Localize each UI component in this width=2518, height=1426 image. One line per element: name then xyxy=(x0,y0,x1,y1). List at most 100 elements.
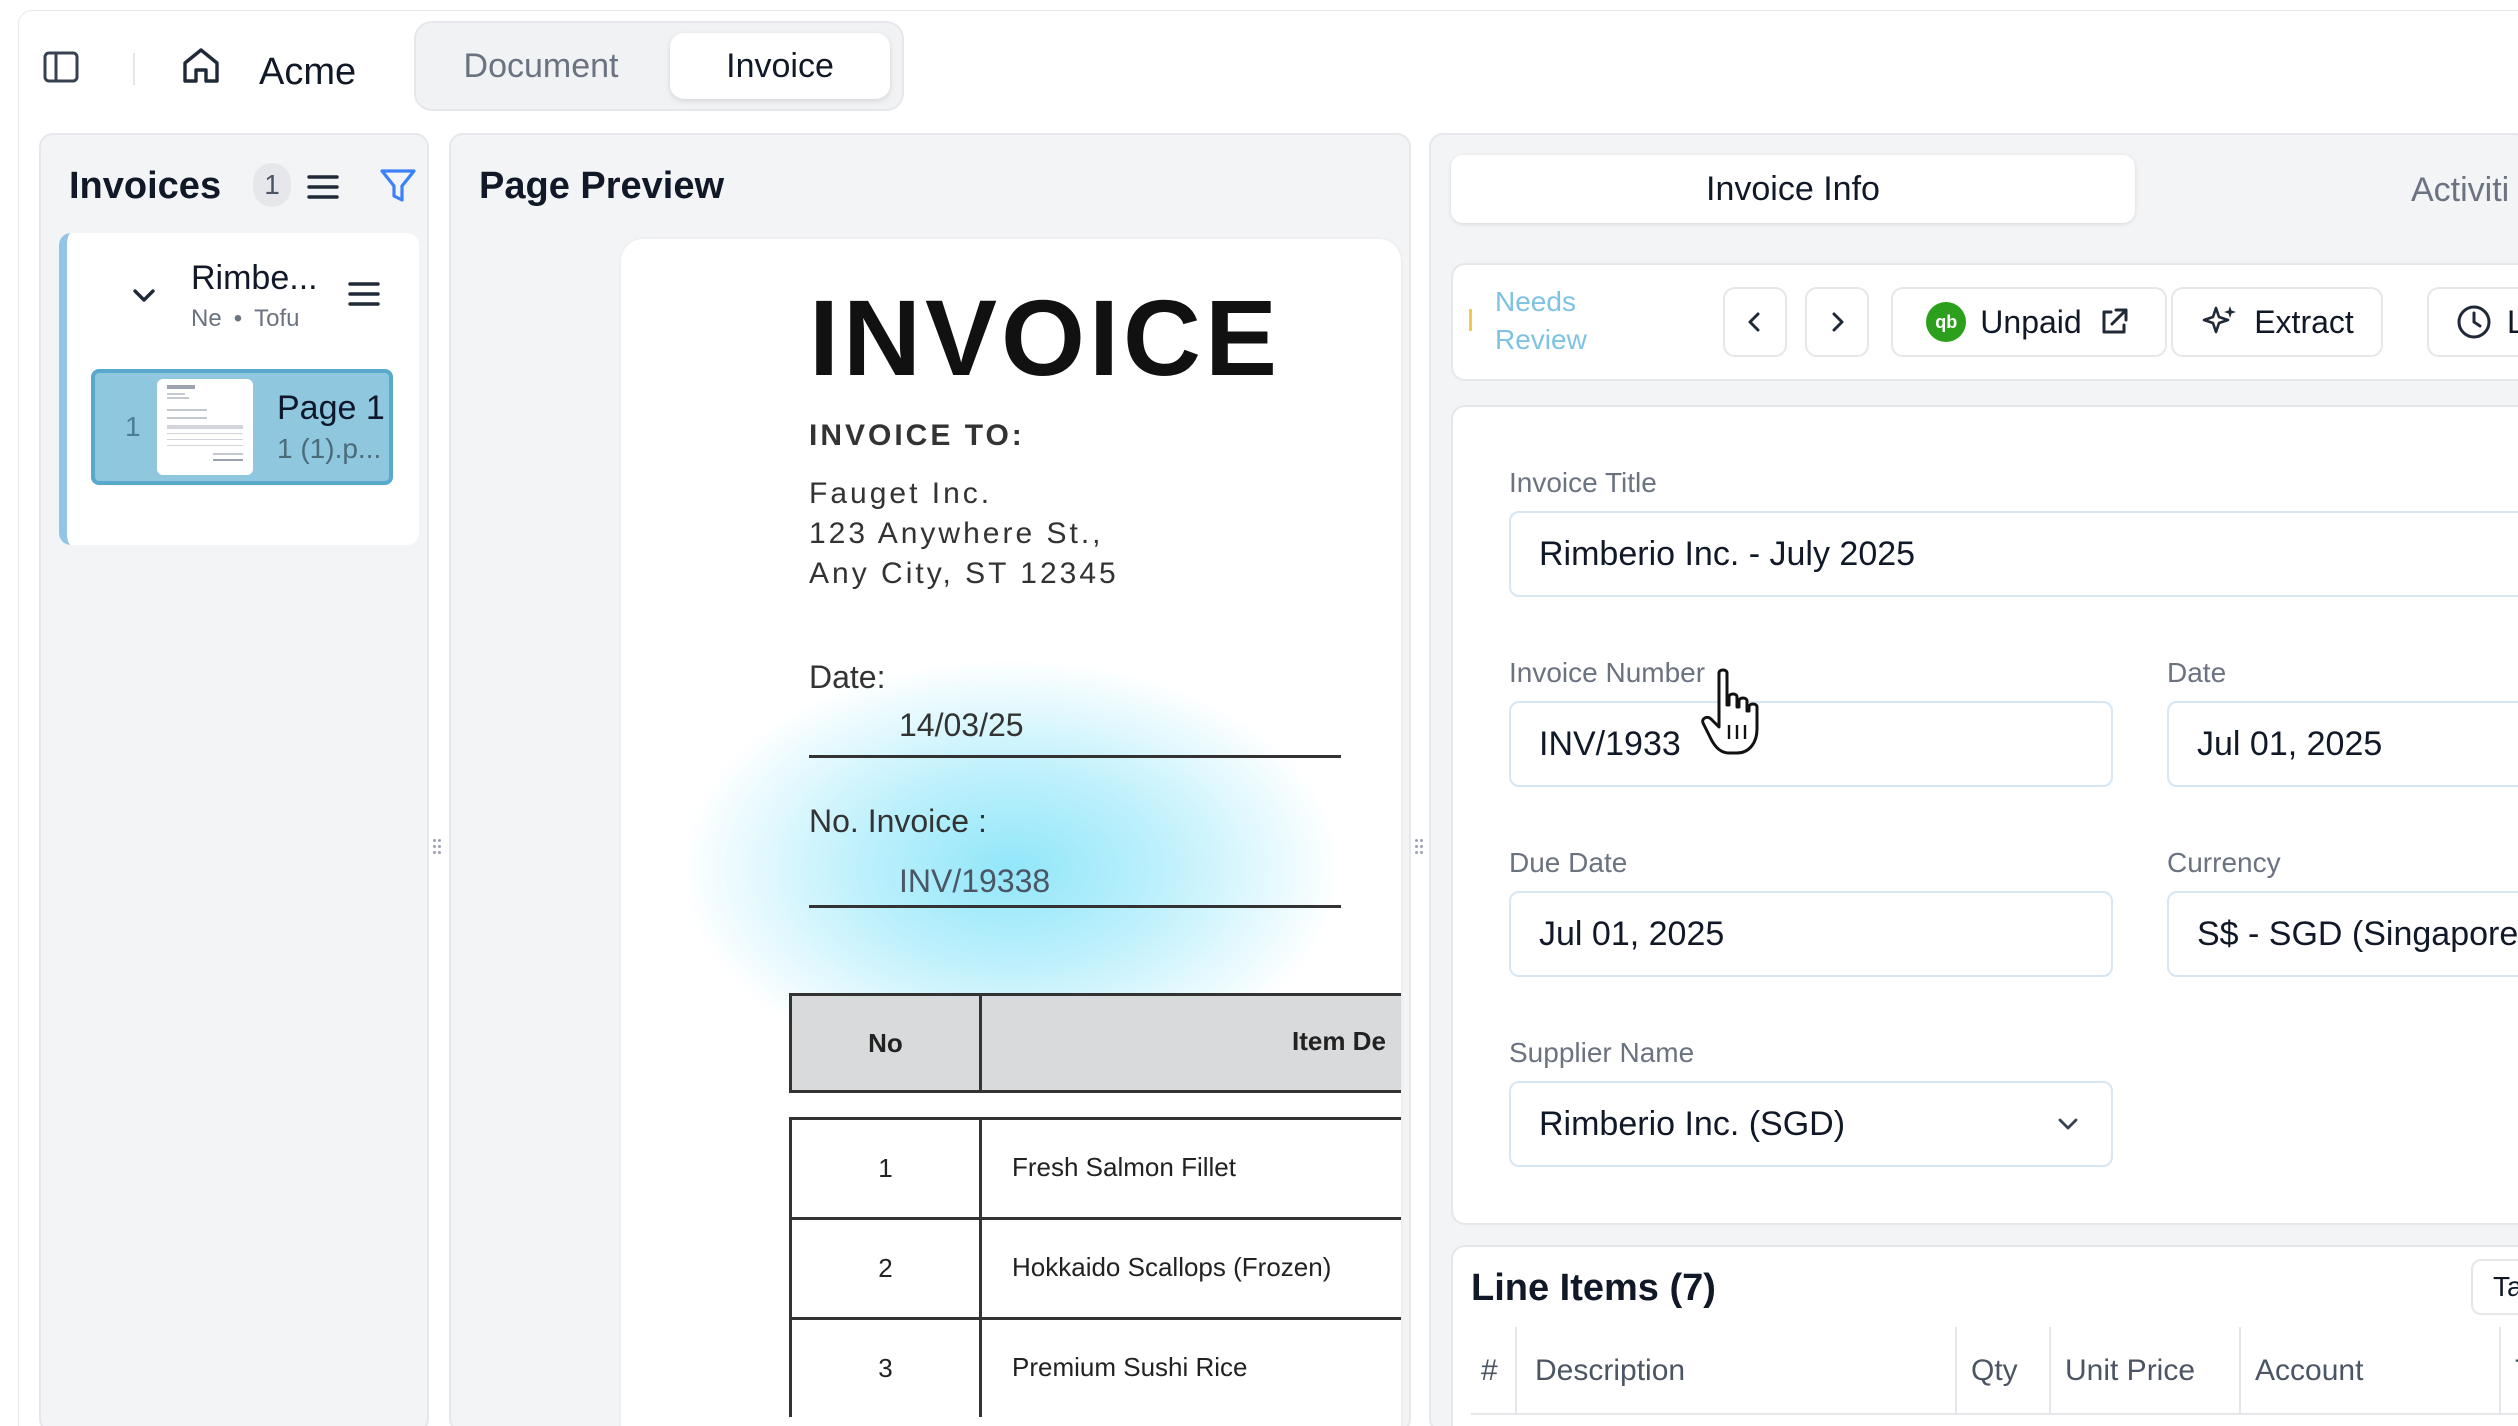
resize-handle[interactable] xyxy=(433,839,443,857)
workspace-name[interactable]: Acme xyxy=(259,51,356,94)
top-bar: Acme Document Invoice xyxy=(19,11,2518,121)
extract-label: Extract xyxy=(2254,303,2354,340)
page-preview-panel: Page Preview INVOICE INVOICE TO: Fauget … xyxy=(449,133,1411,1426)
invoice-toolbar: Needs Review qb Unpaid Extract xyxy=(1451,263,2518,381)
status-badge: Needs Review xyxy=(1495,283,1587,359)
invoice-number-label: Invoice Number xyxy=(1509,657,1706,688)
sparkle-icon xyxy=(2202,306,2237,334)
clock-icon xyxy=(2457,305,2491,339)
app-window: Acme Document Invoice Invoices 1 Rimbe..… xyxy=(18,10,2518,1426)
tab-activities[interactable]: Activiti xyxy=(2411,171,2509,210)
table-row: 2 Hokkaido Scallops (Frozen) xyxy=(789,1217,1401,1317)
doc-date-label: Date: xyxy=(809,659,886,695)
filter-icon[interactable] xyxy=(377,165,419,207)
page-filename: 1 (1).p... xyxy=(277,433,382,464)
currency-select[interactable]: S$ - SGD (Singapore xyxy=(2167,891,2518,977)
doc-underline xyxy=(809,755,1341,758)
row-item: Premium Sushi Rice xyxy=(1012,1352,1248,1382)
page-card[interactable]: 1 Page 1 1 (1).p... xyxy=(91,369,393,485)
tab-invoice[interactable]: Invoice xyxy=(670,33,890,99)
supplier-value: Rimberio Inc. (SGD) xyxy=(1539,1104,1846,1143)
column-header[interactable]: T xyxy=(2501,1327,2518,1415)
invoice-form: Invoice Title Rimberio Inc. - July 2025 … xyxy=(1451,405,2518,1225)
table-header: No Item De xyxy=(789,993,1401,1093)
date-input[interactable]: Jul 01, 2025 xyxy=(2167,701,2518,787)
due-date-input[interactable]: Jul 01, 2025 xyxy=(1509,891,2113,977)
page-title: Page 1 xyxy=(277,389,385,427)
tax-button[interactable]: Tax xyxy=(2471,1259,2518,1315)
supplier-select[interactable]: Rimberio Inc. (SGD) xyxy=(1509,1081,2113,1167)
column-header[interactable]: Qty xyxy=(1957,1327,2051,1415)
payment-status-label: Unpaid xyxy=(1980,303,2082,340)
next-button[interactable] xyxy=(1805,287,1869,357)
list-menu-icon[interactable] xyxy=(303,167,343,207)
row-number: 2 xyxy=(792,1220,982,1317)
doc-address-line: Fauget Inc. xyxy=(809,477,993,510)
hand-cursor-icon xyxy=(1701,668,1759,755)
group-meta: Ne • Tofu xyxy=(191,305,299,333)
doc-address-line: 123 Anywhere St., xyxy=(809,517,1104,550)
chevron-down-icon[interactable] xyxy=(127,279,161,313)
invoice-document[interactable]: INVOICE INVOICE TO: Fauget Inc. 123 Anyw… xyxy=(621,239,1401,1426)
column-header: No xyxy=(792,996,982,1090)
status-indicator xyxy=(1469,309,1472,331)
invoice-group[interactable]: Rimbe... Ne • Tofu 1 Page 1 1 (1).p... xyxy=(59,233,419,545)
chevron-down-icon xyxy=(2058,1118,2078,1130)
doc-invoice-to-label: INVOICE TO: xyxy=(809,419,1025,452)
doc-invoice-no-value: INV/19338 xyxy=(899,863,1051,899)
extract-button[interactable]: Extract xyxy=(2171,287,2383,357)
row-number: 3 xyxy=(792,1320,982,1417)
external-link-icon xyxy=(2102,308,2128,334)
row-item: Fresh Salmon Fillet xyxy=(1012,1152,1236,1182)
last-updated-button[interactable]: La xyxy=(2427,287,2518,357)
group-owner: Tofu xyxy=(254,305,300,332)
column-header[interactable]: Account xyxy=(2241,1327,2501,1415)
divider xyxy=(133,53,135,85)
resize-handle[interactable] xyxy=(1415,839,1425,857)
page-index: 1 xyxy=(125,411,141,442)
column-header[interactable]: # xyxy=(1471,1327,1517,1415)
sidebar-toggle-icon[interactable] xyxy=(41,47,81,87)
supplier-name-label: Supplier Name xyxy=(1509,1037,1695,1068)
home-icon[interactable] xyxy=(179,43,223,87)
row-number: 1 xyxy=(792,1120,982,1217)
payment-status-button[interactable]: qb Unpaid xyxy=(1891,287,2167,357)
doc-heading: INVOICE xyxy=(809,277,1282,398)
due-date-label: Due Date xyxy=(1509,847,1628,878)
page-thumbnail xyxy=(157,379,253,475)
table-row: 1 Fresh Salmon Fillet xyxy=(789,1117,1401,1217)
doc-address-line: Any City, ST 12345 xyxy=(809,557,1119,590)
quickbooks-icon: qb xyxy=(1926,302,1967,342)
doc-date-value: 14/03/25 xyxy=(899,707,1024,743)
group-name: Rimbe... xyxy=(191,259,318,297)
table-row: 3 Premium Sushi Rice xyxy=(789,1317,1401,1417)
invoice-number-input[interactable]: INV/1933 xyxy=(1509,701,2113,787)
column-header[interactable]: Description xyxy=(1517,1327,1957,1415)
group-menu-icon[interactable] xyxy=(345,275,383,313)
count-badge: 1 xyxy=(253,163,291,207)
previous-button[interactable] xyxy=(1723,287,1787,357)
currency-label: Currency xyxy=(2167,847,2281,878)
view-switcher: Document Invoice xyxy=(414,21,904,111)
status-line: Needs xyxy=(1495,286,1576,317)
chevron-left-icon xyxy=(1748,312,1760,332)
invoice-title-input[interactable]: Rimberio Inc. - July 2025 xyxy=(1509,511,2518,597)
tab-document[interactable]: Document xyxy=(426,33,656,99)
column-header[interactable]: Unit Price xyxy=(2051,1327,2241,1415)
chevron-right-icon xyxy=(1832,312,1844,332)
line-items-header: # Description Qty Unit Price Account T xyxy=(1471,1327,2518,1415)
status-line: Review xyxy=(1495,324,1587,355)
column-header: Item De xyxy=(1292,1026,1386,1056)
invoice-title-label: Invoice Title xyxy=(1509,467,1657,498)
invoice-details-panel: Invoice Info Activiti Needs Review qb Un… xyxy=(1429,133,2518,1426)
last-updated-label: La xyxy=(2507,304,2518,341)
line-items-title: Line Items (7) xyxy=(1471,1267,1716,1309)
panel-title: Page Preview xyxy=(479,165,725,207)
tab-invoice-info[interactable]: Invoice Info xyxy=(1451,155,2135,223)
doc-underline xyxy=(809,905,1341,908)
date-label: Date xyxy=(2167,657,2227,688)
group-status: Ne xyxy=(191,305,222,332)
row-item: Hokkaido Scallops (Frozen) xyxy=(1012,1252,1332,1282)
doc-invoice-no-label: No. Invoice : xyxy=(809,803,987,839)
panel-title: Invoices xyxy=(69,165,222,207)
